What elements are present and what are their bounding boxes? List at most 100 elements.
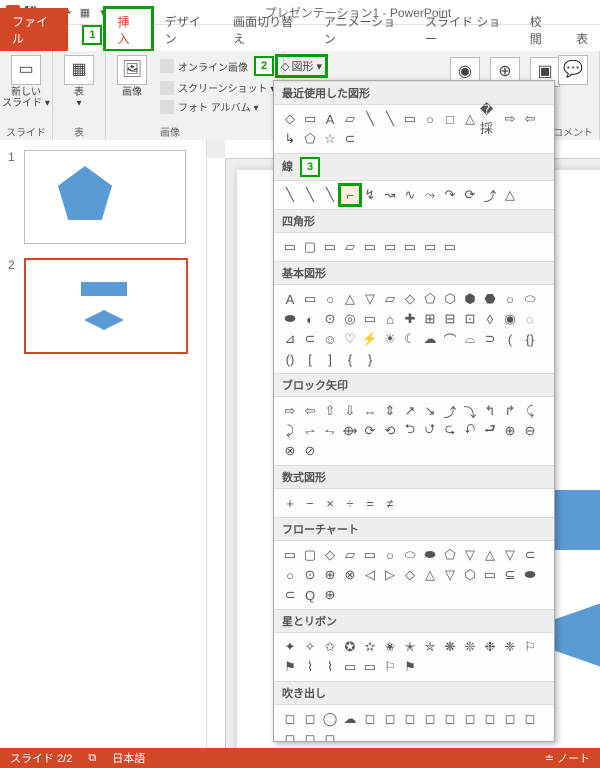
shape-item[interactable]: ⟴ — [340, 421, 360, 441]
shape-item[interactable]: ⤹ — [520, 401, 540, 421]
shape-item[interactable]: ⟳ — [460, 185, 480, 205]
shape-item[interactable]: = — [360, 493, 380, 513]
shape-item[interactable]: [ — [300, 349, 320, 369]
shape-item[interactable]: ⥊ — [320, 421, 340, 441]
tab-animations[interactable]: アニメーション — [312, 8, 413, 51]
shape-item[interactable]: ▭ — [300, 289, 320, 309]
shape-item[interactable]: ▭ — [400, 237, 420, 257]
shape-item[interactable]: ◌ — [520, 309, 540, 329]
shape-item[interactable]: ⬡ — [460, 565, 480, 585]
shape-item[interactable]: ❋ — [440, 637, 460, 657]
shape-item[interactable]: ▱ — [340, 237, 360, 257]
shape-item[interactable]: ⤴ — [440, 401, 460, 421]
shape-item[interactable]: ↳ — [280, 129, 300, 149]
shape-item[interactable]: ◊ — [480, 309, 500, 329]
shape-item[interactable]: ⊙ — [300, 565, 320, 585]
status-spellcheck-icon[interactable]: ⧉ — [88, 752, 96, 765]
shape-item[interactable]: ⟳ — [360, 421, 380, 441]
shape-item[interactable]: ⬣ — [480, 289, 500, 309]
shape-item[interactable]: ◇ — [400, 289, 420, 309]
shape-item[interactable]: ≠ — [380, 493, 400, 513]
shape-item[interactable]: () — [280, 349, 300, 369]
shape-item[interactable]: ⊿ — [280, 329, 300, 349]
tab-transitions[interactable]: 画面切り替え — [221, 8, 312, 51]
shape-item[interactable]: ⮐ — [480, 421, 500, 441]
shape-item[interactable]: ◻ — [400, 709, 420, 729]
shape-item[interactable]: ◻ — [380, 709, 400, 729]
shape-item[interactable]: ⊗ — [340, 565, 360, 585]
shape-item[interactable]: ▭ — [300, 109, 320, 129]
shape-item[interactable]: ] — [320, 349, 340, 369]
thumbnail-1[interactable]: 1 — [8, 150, 198, 244]
shape-item[interactable]: ○ — [500, 289, 520, 309]
shape-item[interactable]: ▽ — [500, 545, 520, 565]
shape-item[interactable]: ◻ — [300, 709, 320, 729]
shape-item[interactable]: ⚡ — [360, 329, 380, 349]
shape-item[interactable]: ☺ — [320, 329, 340, 349]
status-language[interactable]: 日本語 — [112, 750, 145, 766]
shape-item[interactable]: ▱ — [380, 289, 400, 309]
shape-item[interactable]: △ — [340, 289, 360, 309]
shape-item[interactable]: ☾ — [400, 329, 420, 349]
shape-item[interactable]: ⬡ — [440, 289, 460, 309]
shape-item[interactable]: ▢ — [300, 545, 320, 565]
shape-item[interactable]: ☀ — [380, 329, 400, 349]
shape-item[interactable]: ◻ — [460, 709, 480, 729]
shape-item[interactable]: ⌂ — [380, 309, 400, 329]
shape-item[interactable]: ▭ — [480, 565, 500, 585]
shape-item[interactable]: ▢ — [300, 237, 320, 257]
shape-item[interactable]: ❈ — [500, 637, 520, 657]
shape-item[interactable]: ▱ — [340, 109, 360, 129]
shape-item[interactable]: ⇕ — [380, 401, 400, 421]
shape-item[interactable]: ▭ — [420, 237, 440, 257]
new-slide-button[interactable]: ▭ 新しい スライド ▾ — [6, 55, 46, 109]
shape-item[interactable]: ▭ — [280, 545, 300, 565]
shape-item[interactable]: ⬬ — [280, 309, 300, 329]
shape-item[interactable]: ⇨ — [500, 109, 520, 129]
shape-item[interactable]: ⌒ — [440, 329, 460, 349]
shape-item[interactable]: ✮ — [420, 637, 440, 657]
shape-item[interactable]: ⊞ — [420, 309, 440, 329]
online-image-button[interactable]: オンライン画像 2 — [158, 55, 277, 77]
shape-item[interactable]: ⤴ — [480, 185, 500, 205]
table-button[interactable]: ▦ 表 ▾ — [59, 55, 99, 109]
shape-item[interactable]: Q — [300, 585, 320, 605]
shape-item[interactable]: ❊ — [460, 637, 480, 657]
image-button[interactable]: 🖼 画像 — [112, 55, 152, 98]
shape-item[interactable]: ▭ — [360, 545, 380, 565]
shape-item[interactable]: ⊘ — [300, 441, 320, 461]
shape-item[interactable]: ▭ — [360, 657, 380, 677]
tab-design[interactable]: デザイン — [153, 8, 221, 51]
photo-album-button[interactable]: フォト アルバム ▾ — [158, 98, 277, 115]
shape-item[interactable]: ⬬ — [420, 545, 440, 565]
shape-item[interactable]: ⚑ — [400, 657, 420, 677]
shape-item[interactable]: ◎ — [340, 309, 360, 329]
shape-item[interactable]: ⊙ — [320, 309, 340, 329]
shape-item[interactable]: ⤳ — [420, 185, 440, 205]
shape-item[interactable]: ◻ — [320, 729, 340, 742]
shape-item[interactable]: ○ — [380, 545, 400, 565]
shape-item[interactable]: □ — [440, 109, 460, 129]
shape-item[interactable]: ↘ — [420, 401, 440, 421]
tab-review[interactable]: 校閲 — [518, 8, 564, 51]
shape-item[interactable]: ✧ — [300, 637, 320, 657]
shape-item[interactable]: ↝ — [380, 185, 400, 205]
shape-item[interactable]: ⇩ — [340, 401, 360, 421]
shape-item[interactable]: ▽ — [460, 545, 480, 565]
shape-item[interactable]: ⮎ — [440, 421, 460, 441]
shape-item[interactable]: ◻ — [500, 709, 520, 729]
screenshot-button[interactable]: スクリーンショット ▾ — [158, 79, 277, 96]
shape-item[interactable]: ╲ — [320, 185, 340, 205]
shape-item[interactable]: ⊡ — [460, 309, 480, 329]
shape-item[interactable]: ✚ — [400, 309, 420, 329]
shape-item[interactable]: ☁ — [420, 329, 440, 349]
shape-item[interactable]: ○ — [320, 289, 340, 309]
shape-item[interactable]: ⊆ — [500, 565, 520, 585]
shape-item[interactable]: ✦ — [280, 637, 300, 657]
shape-item[interactable]: A — [320, 109, 340, 129]
shape-item[interactable]: ▭ — [400, 109, 420, 129]
shape-item[interactable]: ◻ — [520, 709, 540, 729]
shape-item[interactable]: ○ — [420, 109, 440, 129]
shape-item[interactable]: ⇧ — [320, 401, 340, 421]
shape-item[interactable]: × — [320, 493, 340, 513]
